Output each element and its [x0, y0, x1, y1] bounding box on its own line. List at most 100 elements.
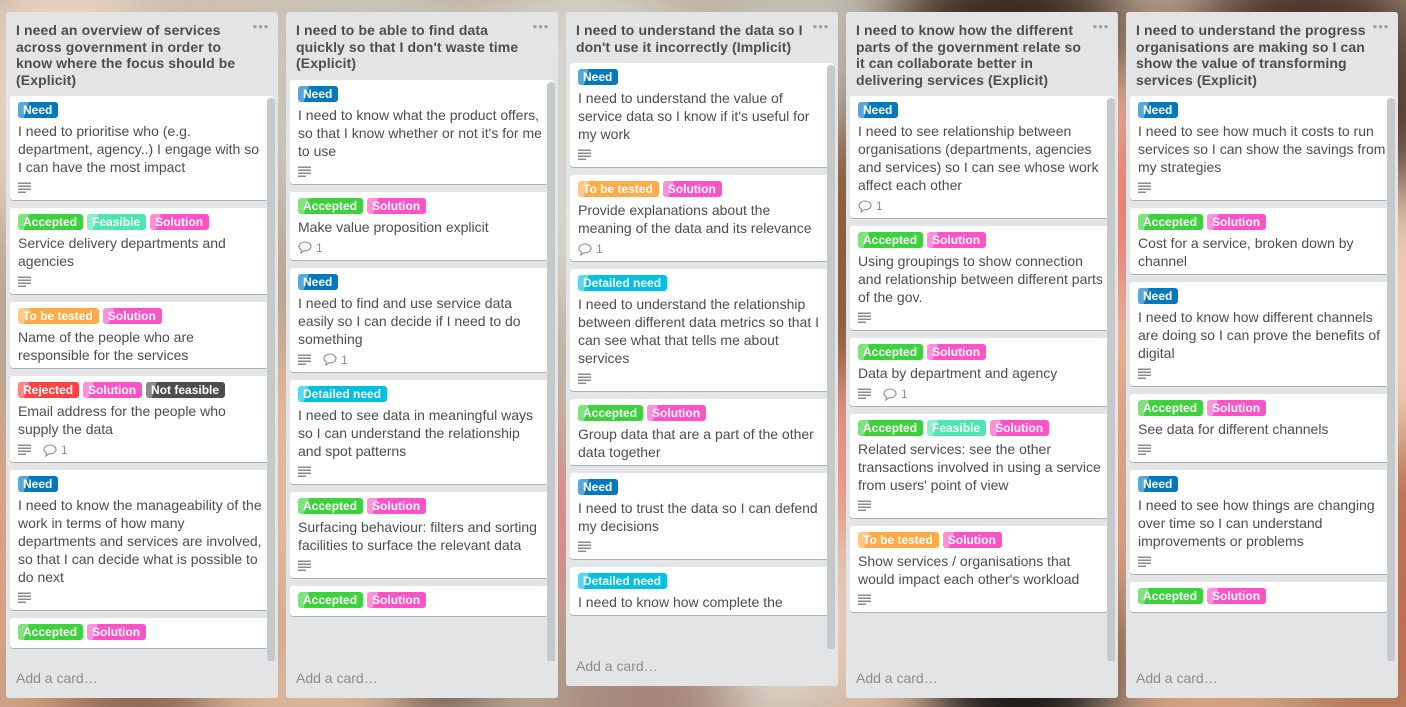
card[interactable]: Detailed need I need to understand the re…	[570, 269, 834, 391]
card-label[interactable]: Solution	[927, 232, 987, 248]
card-label[interactable]: Need	[18, 476, 59, 492]
card-label[interactable]: Accepted	[1138, 400, 1204, 416]
card-label[interactable]: Need	[1138, 102, 1179, 118]
card-label[interactable]: Detailed need	[578, 573, 668, 589]
card[interactable]: Accepted Solution	[1130, 582, 1394, 612]
list-menu-icon[interactable]: •••	[252, 20, 270, 36]
card-label[interactable]: Solution	[1207, 400, 1267, 416]
card[interactable]: Need I need to see how much it costs to r…	[1130, 96, 1394, 200]
card-label[interactable]: Need	[1138, 476, 1179, 492]
card-label[interactable]: Need	[298, 85, 339, 102]
list-scrollbar[interactable]	[547, 81, 555, 661]
card-badges	[18, 270, 266, 290]
list-title[interactable]: I need to understand the data so I don't…	[576, 22, 812, 55]
card-label[interactable]: Solution	[150, 214, 210, 230]
card-label[interactable]: Need	[1138, 288, 1179, 304]
card[interactable]: Accepted Solution Data by department and a…	[850, 338, 1114, 406]
card-label[interactable]: Accepted	[858, 232, 924, 248]
card-label[interactable]: Detailed need	[298, 385, 388, 402]
card[interactable]: Accepted Feasible Solution Service delivery…	[10, 208, 274, 294]
card-label[interactable]: Accepted	[298, 197, 364, 214]
card-label[interactable]: Need	[578, 69, 619, 85]
card-label[interactable]: Solution	[662, 181, 722, 197]
card[interactable]: Accepted Solution Make value proposition e…	[290, 191, 554, 260]
card-label[interactable]: Need	[578, 479, 619, 495]
list-scrollbar[interactable]	[1107, 98, 1115, 661]
card-label[interactable]: Solution	[990, 420, 1050, 436]
card-label[interactable]: Solution	[83, 382, 143, 398]
card-label[interactable]: Accepted	[858, 420, 924, 436]
card-label[interactable]: Need	[858, 102, 899, 118]
card[interactable]: Need I need to know how different channel…	[1130, 282, 1394, 386]
add-card-button[interactable]: Add a card…	[1126, 661, 1398, 698]
card[interactable]: Need I need to see relationship between o…	[850, 96, 1114, 218]
card[interactable]: Need I need to see how things are changin…	[1130, 470, 1394, 574]
card-label[interactable]: Accepted	[298, 497, 364, 514]
description-icon	[298, 560, 311, 571]
card[interactable]: Detailed need I need to know how complete…	[570, 567, 834, 615]
card[interactable]: Accepted Solution Cost for a service, brok…	[1130, 208, 1394, 274]
list-scrollbar[interactable]	[267, 98, 275, 661]
card[interactable]: Detailed need I need to see data in meani…	[290, 379, 554, 484]
card-label[interactable]: Solution	[942, 532, 1002, 548]
add-card-button[interactable]: Add a card…	[566, 649, 838, 686]
card-label[interactable]: Feasible	[927, 420, 987, 436]
card-label[interactable]: To be tested	[578, 181, 659, 197]
card-label[interactable]: Accepted	[1138, 214, 1204, 230]
card-label[interactable]: Not feasible	[146, 382, 226, 398]
card[interactable]: Rejected Solution Not feasible Email addres…	[10, 376, 274, 462]
card-label[interactable]: Rejected	[18, 382, 80, 398]
card-label[interactable]: Solution	[87, 624, 147, 640]
add-card-button[interactable]: Add a card…	[286, 661, 558, 698]
card-label[interactable]: Need	[18, 102, 59, 118]
card-label[interactable]: Solution	[1207, 588, 1267, 604]
card[interactable]: Need I need to know the manageability of …	[10, 470, 274, 610]
card-label[interactable]: Accepted	[1138, 588, 1204, 604]
list-title[interactable]: I need an overview of services across go…	[16, 22, 252, 88]
card[interactable]: To be tested Solution Show services / orga…	[850, 526, 1114, 612]
card[interactable]: Accepted Solution	[290, 585, 554, 616]
list-menu-icon[interactable]: •••	[1372, 20, 1390, 36]
card-label[interactable]: To be tested	[18, 308, 99, 324]
card-label[interactable]: Accepted	[18, 624, 84, 640]
list-menu-icon[interactable]: •••	[1092, 20, 1110, 36]
add-card-button[interactable]: Add a card…	[846, 661, 1118, 698]
card-label[interactable]: Solution	[367, 591, 427, 608]
card[interactable]: Need I need to find and use service data …	[290, 267, 554, 372]
card-label[interactable]: Accepted	[18, 214, 84, 230]
list-menu-icon[interactable]: •••	[532, 20, 550, 36]
card[interactable]: To be tested Solution Provide explanations…	[570, 175, 834, 261]
card-label[interactable]: Solution	[367, 197, 427, 214]
list-title[interactable]: I need to be able to find data quickly s…	[296, 22, 532, 72]
card[interactable]: Accepted Solution Using groupings to show …	[850, 226, 1114, 330]
card[interactable]: To be tested Solution Name of the people w…	[10, 302, 274, 368]
list-scrollbar[interactable]	[1387, 98, 1395, 661]
card-label[interactable]: To be tested	[858, 532, 939, 548]
card-label[interactable]: Need	[298, 273, 339, 290]
card-label[interactable]: Solution	[102, 308, 162, 324]
card-label[interactable]: Accepted	[578, 405, 644, 421]
list-title[interactable]: I need to know how the different parts o…	[856, 22, 1092, 88]
card-label[interactable]: Feasible	[87, 214, 147, 230]
card-label[interactable]: Solution	[647, 405, 707, 421]
add-card-button[interactable]: Add a card…	[6, 661, 278, 698]
card-label[interactable]: Detailed need	[578, 275, 668, 291]
card-label[interactable]: Solution	[927, 344, 987, 360]
card[interactable]: Accepted Solution Group data that are a pa…	[570, 399, 834, 465]
card[interactable]: Accepted Feasible Solution Related services…	[850, 414, 1114, 518]
card-label[interactable]: Solution	[367, 497, 427, 514]
card-label[interactable]: Accepted	[298, 591, 364, 608]
list-menu-icon[interactable]: •••	[812, 20, 830, 36]
card-label[interactable]: Accepted	[858, 344, 924, 360]
card[interactable]: Need I need to know what the product offe…	[290, 79, 554, 184]
card-badges	[578, 367, 826, 387]
card[interactable]: Need I need to prioritise who (e.g. depar…	[10, 96, 274, 200]
card[interactable]: Accepted Solution Surfacing behaviour: fil…	[290, 491, 554, 578]
list-scrollbar[interactable]	[827, 65, 835, 649]
list-title[interactable]: I need to understand the progress organi…	[1136, 22, 1372, 88]
card[interactable]: Need I need to understand the value of se…	[570, 63, 834, 167]
card[interactable]: Accepted Solution See data for different c…	[1130, 394, 1394, 462]
card[interactable]: Accepted Solution	[10, 618, 274, 648]
card-label[interactable]: Solution	[1207, 214, 1267, 230]
card[interactable]: Need I need to trust the data so I can de…	[570, 473, 834, 559]
